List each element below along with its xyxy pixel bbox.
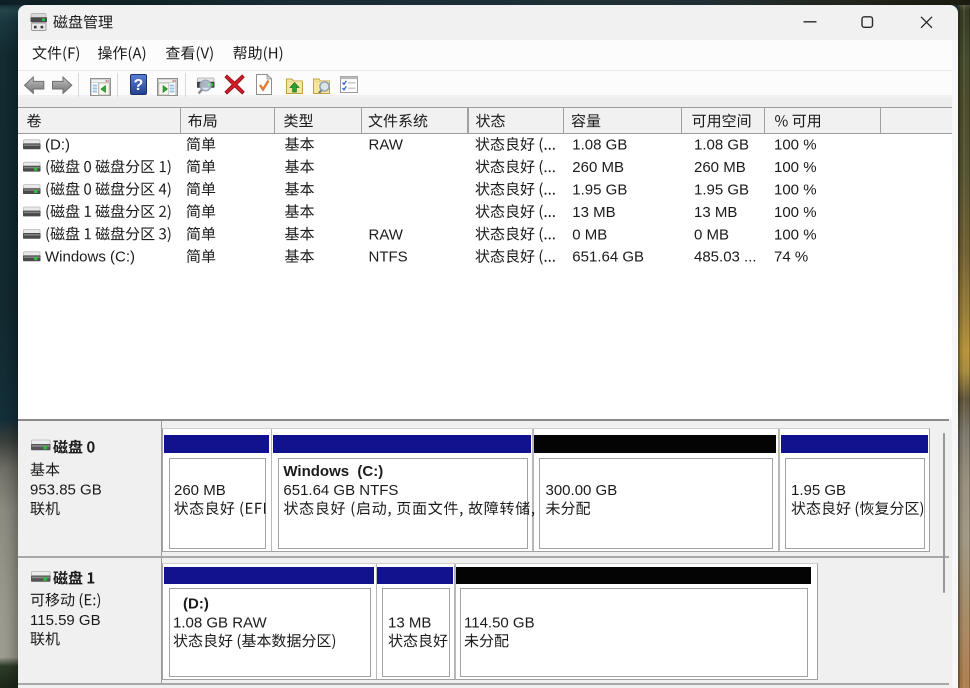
- svg-text:1.95 GB: 1.95 GB: [694, 182, 749, 199]
- svg-text:1.08 GB: 1.08 GB: [572, 137, 627, 154]
- svg-text:100 %: 100 %: [774, 204, 817, 221]
- svg-text:953.85 GB: 953.85 GB: [30, 482, 102, 499]
- svg-text:1.08 GB: 1.08 GB: [694, 137, 749, 154]
- svg-text:100 %: 100 %: [774, 182, 817, 199]
- svg-text:Windows (C:): Windows (C:): [283, 463, 383, 480]
- svg-text:1.95 GB: 1.95 GB: [791, 482, 846, 499]
- svg-text:651.64 GB NTFS: 651.64 GB NTFS: [283, 482, 398, 499]
- svg-text:260 MB: 260 MB: [694, 159, 746, 176]
- svg-text:RAW: RAW: [369, 137, 404, 154]
- svg-text:0 MB: 0 MB: [572, 226, 607, 243]
- svg-text:100 %: 100 %: [774, 137, 817, 154]
- svg-text:(D:): (D:): [45, 137, 70, 154]
- svg-text:260 MB: 260 MB: [572, 159, 624, 176]
- svg-text:(D:): (D:): [183, 596, 209, 613]
- svg-text:651.64 GB: 651.64 GB: [572, 249, 644, 266]
- svg-text:13 MB: 13 MB: [572, 204, 615, 221]
- svg-text:115.59 GB: 115.59 GB: [30, 612, 101, 629]
- svg-text:114.50 GB: 114.50 GB: [464, 614, 535, 631]
- svg-text:0 MB: 0 MB: [694, 226, 729, 243]
- svg-text:1.95 GB: 1.95 GB: [572, 182, 627, 199]
- svg-text:Windows (C:): Windows (C:): [45, 249, 135, 266]
- svg-text:1.08 GB RAW: 1.08 GB RAW: [173, 614, 267, 631]
- svg-text:485.03 ...: 485.03 ...: [694, 249, 757, 266]
- svg-text:13 MB: 13 MB: [388, 614, 431, 631]
- svg-text:100 %: 100 %: [774, 159, 817, 176]
- svg-text:RAW: RAW: [369, 226, 404, 243]
- svg-text:?: ?: [134, 77, 144, 94]
- svg-text:260 MB: 260 MB: [174, 482, 226, 499]
- svg-text:100 %: 100 %: [774, 226, 817, 243]
- svg-text:300.00 GB: 300.00 GB: [546, 482, 618, 499]
- svg-text:NTFS: NTFS: [369, 249, 408, 266]
- svg-text:13 MB: 13 MB: [694, 204, 737, 221]
- svg-text:74 %: 74 %: [774, 249, 808, 266]
